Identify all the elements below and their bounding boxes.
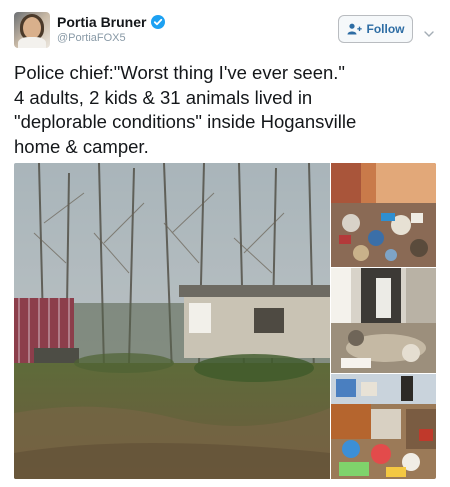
add-user-icon <box>347 23 362 35</box>
verified-badge-icon <box>151 15 166 29</box>
interior-clutter-photo[interactable] <box>331 163 436 267</box>
follow-button[interactable]: Follow <box>338 15 413 43</box>
author-name-row[interactable]: Portia Bruner <box>57 14 166 30</box>
user-handle[interactable]: @PortiaFOX5 <box>57 32 126 44</box>
chevron-down-icon[interactable] <box>424 25 434 37</box>
tweet-text: Police chief:"Worst thing I've ever seen… <box>14 62 357 157</box>
kitchen-clutter-photo[interactable] <box>331 374 436 479</box>
follow-label: Follow <box>366 22 405 36</box>
avatar-shirt <box>18 37 46 48</box>
avatar-face <box>23 17 41 39</box>
avatar[interactable] <box>14 12 50 48</box>
house-yard-photo[interactable] <box>14 163 330 479</box>
display-name[interactable]: Portia Bruner <box>57 14 146 30</box>
bedroom-clutter-photo[interactable] <box>331 268 436 373</box>
media-grid[interactable] <box>14 163 436 479</box>
